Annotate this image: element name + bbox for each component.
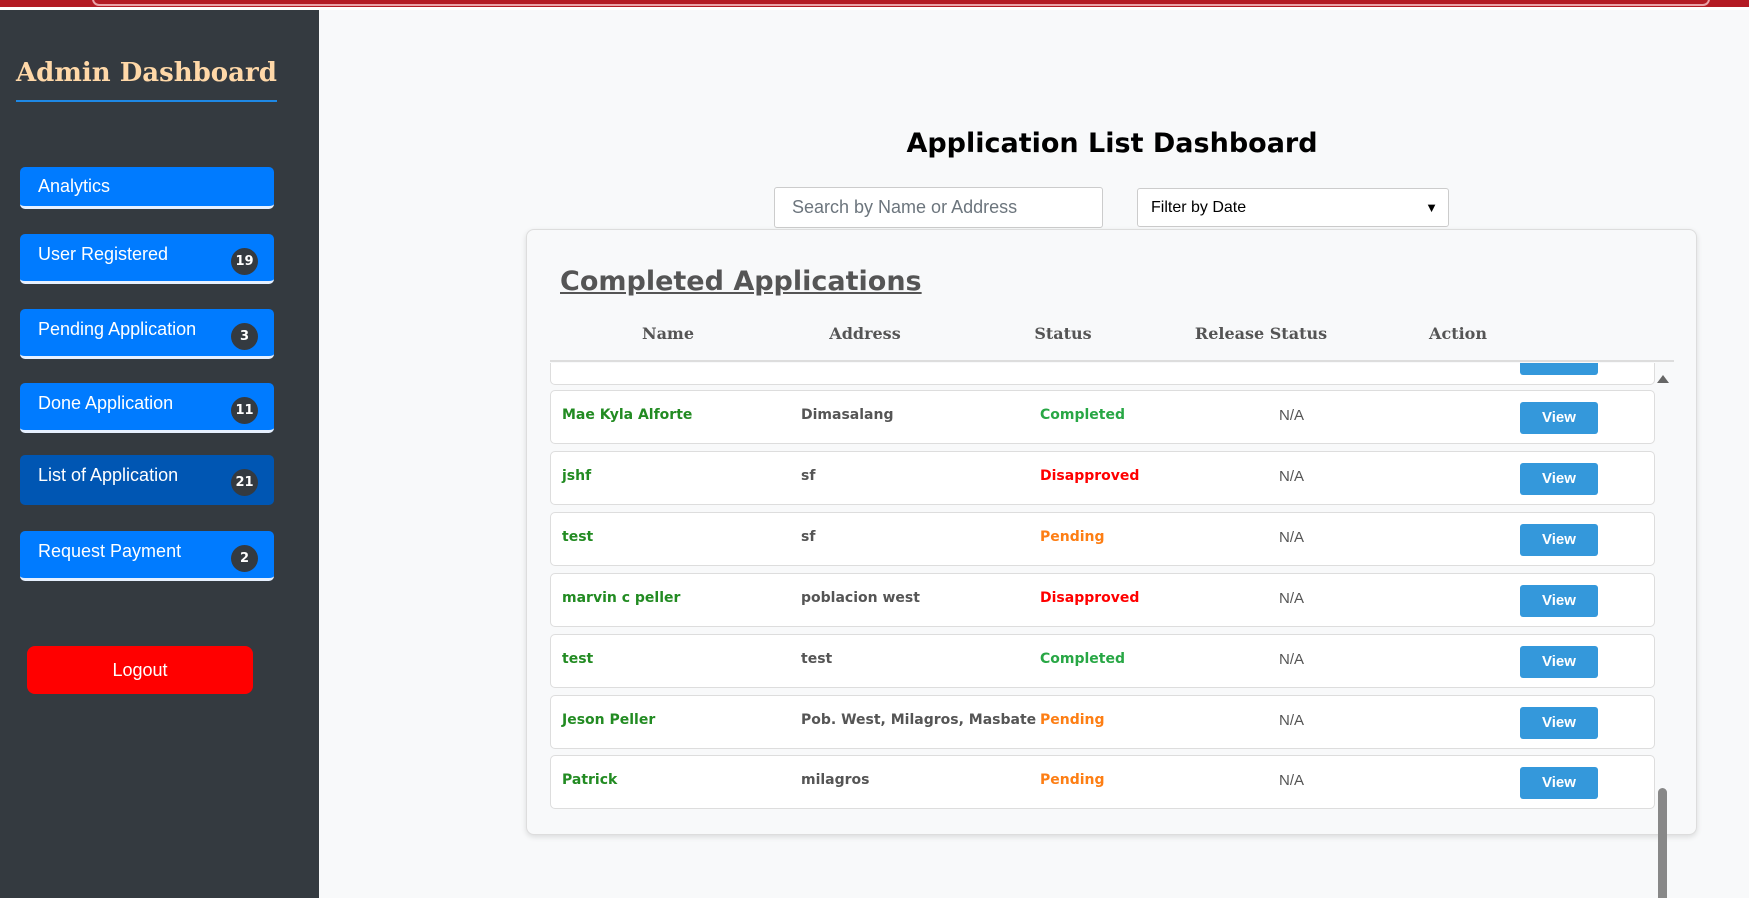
sidebar-item-label: Analytics <box>38 176 111 196</box>
view-button[interactable]: View <box>1520 463 1598 495</box>
count-badge: 21 <box>231 469 258 496</box>
status-text: Pending <box>1040 772 1105 788</box>
table-row: Patrick milagros Pending N/A View <box>550 755 1655 809</box>
release-status: N/A <box>1279 529 1305 546</box>
applicant-address: milagros <box>801 772 870 788</box>
table-body[interactable]: Mae Kyla Alforte Dimasalang Completed N/… <box>550 363 1674 821</box>
top-bar-pill <box>92 0 1710 6</box>
column-header-action: Action <box>1429 324 1487 343</box>
table-row: Mae Kyla Alforte Dimasalang Completed N/… <box>550 390 1655 444</box>
sidebar-item-label: List of Application <box>38 465 179 485</box>
logout-button[interactable]: Logout <box>27 646 253 694</box>
sidebar-item-list-of-application[interactable]: List of Application 21 <box>20 455 274 505</box>
applicant-address: Pob. West, Milagros, Masbate <box>801 712 1037 728</box>
applicant-name: marvin c peller <box>562 590 681 606</box>
view-button[interactable]: View <box>1520 524 1598 556</box>
sidebar-item-done-application[interactable]: Done Application 11 <box>20 383 274 433</box>
status-text: Completed <box>1040 651 1126 667</box>
view-button[interactable] <box>1520 363 1598 375</box>
scroll-up-arrow-icon[interactable] <box>1657 375 1669 383</box>
applicant-name: Patrick <box>562 772 618 788</box>
status-text: Completed <box>1040 407 1126 423</box>
table-row <box>550 363 1655 385</box>
view-button[interactable]: View <box>1520 402 1598 434</box>
applicant-name: test <box>562 529 594 545</box>
applicant-address: test <box>801 651 833 667</box>
table-row: test test Completed N/A View <box>550 634 1655 688</box>
sidebar-item-analytics[interactable]: Analytics <box>20 167 274 209</box>
status-text: Disapproved <box>1040 590 1140 606</box>
count-badge: 19 <box>231 248 258 275</box>
column-header-address: Address <box>829 324 901 343</box>
view-button[interactable]: View <box>1520 767 1598 799</box>
release-status: N/A <box>1279 772 1305 789</box>
applicant-address: Dimasalang <box>801 407 894 423</box>
sidebar-item-label: Request Payment <box>38 541 182 561</box>
column-header-name: Name <box>641 324 695 343</box>
sidebar-item-user-registered[interactable]: User Registered 19 <box>20 234 274 284</box>
view-button[interactable]: View <box>1520 646 1598 678</box>
count-badge: 2 <box>231 545 258 572</box>
chevron-down-icon: ▼ <box>1425 200 1438 215</box>
column-header-status: Status <box>1034 324 1092 343</box>
view-button[interactable]: View <box>1520 585 1598 617</box>
applicant-name: Jeson Peller <box>562 712 656 728</box>
sidebar-item-label: Done Application <box>38 393 174 413</box>
search-input[interactable] <box>774 187 1103 228</box>
column-header-release-status: Release Status <box>1194 324 1328 343</box>
view-button[interactable]: View <box>1520 707 1598 739</box>
applicant-address: poblacion west <box>801 590 920 606</box>
status-text: Pending <box>1040 529 1105 545</box>
table-row: marvin c peller poblacion west Disapprov… <box>550 573 1655 627</box>
release-status: N/A <box>1279 407 1305 424</box>
release-status: N/A <box>1279 651 1305 668</box>
table-scrollbar[interactable] <box>1657 363 1669 898</box>
filter-selected-value: Filter by Date <box>1151 199 1247 216</box>
applications-card: Completed Applications Name Address Stat… <box>526 229 1697 898</box>
status-text: Pending <box>1040 712 1105 728</box>
sidebar-item-request-payment[interactable]: Request Payment 2 <box>20 531 274 581</box>
applicant-name: test <box>562 651 594 667</box>
count-badge: 3 <box>231 323 258 350</box>
sidebar-item-label: Pending Application <box>38 319 197 339</box>
table-row: test sf Pending N/A View <box>550 512 1655 566</box>
count-badge: 11 <box>231 397 258 424</box>
sidebar-item-pending-application[interactable]: Pending Application 3 <box>20 309 274 359</box>
date-filter-select[interactable]: Filter by Date ▼ <box>1137 188 1449 227</box>
page-title: Application List Dashboard <box>906 128 1318 159</box>
browser-top-bar <box>0 0 1749 10</box>
applicant-address: sf <box>801 529 816 545</box>
sidebar-brand: Admin Dashboard <box>16 58 277 102</box>
release-status: N/A <box>1279 712 1305 729</box>
release-status: N/A <box>1279 468 1305 485</box>
sidebar: Admin Dashboard Analytics User Registere… <box>0 10 319 898</box>
applicant-name: jshf <box>562 468 592 484</box>
status-text: Disapproved <box>1040 468 1140 484</box>
table-header: Name Address Status Release Status Actio… <box>550 324 1674 362</box>
release-status: N/A <box>1279 590 1305 607</box>
applicant-name: Mae Kyla Alforte <box>562 407 693 423</box>
card-title: Completed Applications <box>560 266 922 297</box>
sidebar-item-label: User Registered <box>38 244 169 264</box>
scrollbar-thumb[interactable] <box>1658 788 1667 898</box>
table-row: jshf sf Disapproved N/A View <box>550 451 1655 505</box>
table-row: Jeson Peller Pob. West, Milagros, Masbat… <box>550 695 1655 749</box>
applicant-address: sf <box>801 468 816 484</box>
